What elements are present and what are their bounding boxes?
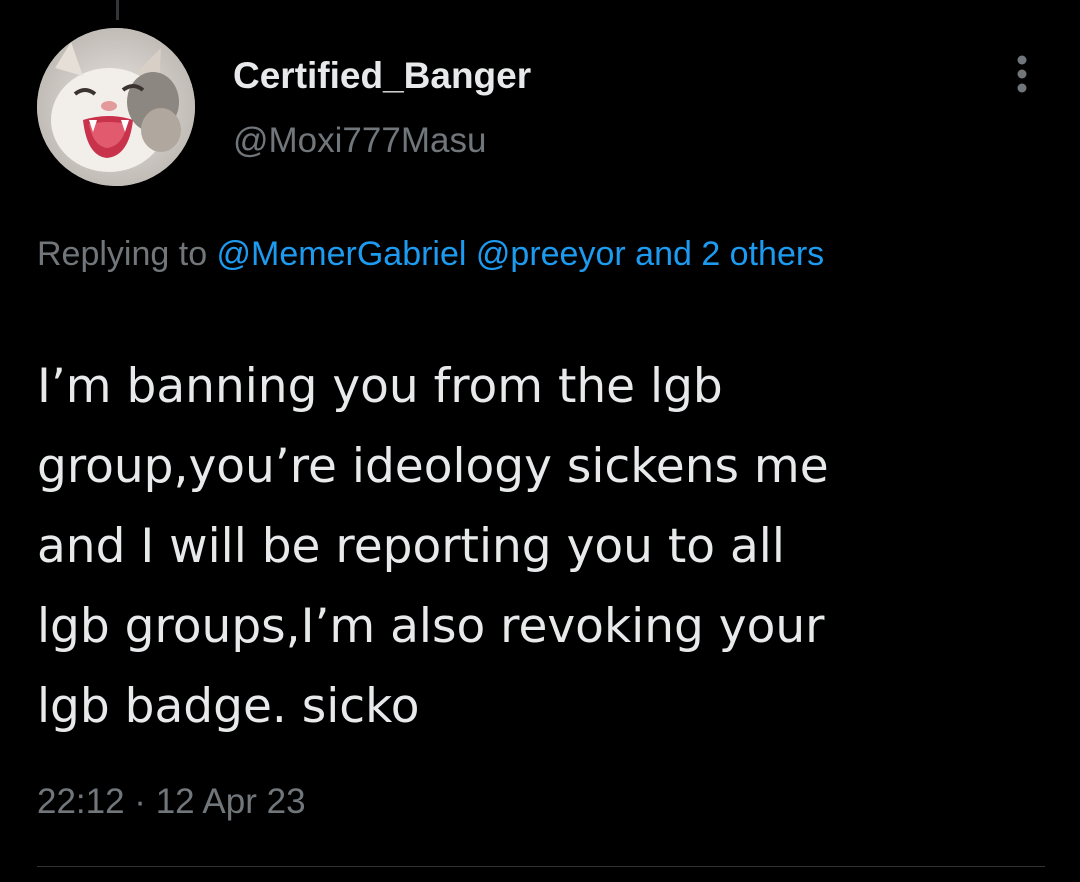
divider [37,866,1045,867]
tweet-timestamp[interactable]: 22:12 · 12 Apr 23 [37,782,306,822]
author-display-name[interactable]: Certified_Banger [233,55,531,97]
tweet-text: I’m banning you from the lgb group,you’r… [37,359,829,734]
others-link[interactable]: and 2 others [635,235,824,273]
avatar[interactable] [37,28,195,186]
reply-context-prefix: Replying to [37,235,217,273]
reply-context: Replying to @MemerGabriel @preeyor and 2… [37,224,997,284]
more-vertical-icon [1017,55,1027,93]
more-options-button[interactable] [1004,52,1040,96]
thread-connector-line [116,0,119,20]
mention-link[interactable]: @preeyor [476,235,626,273]
kitten-avatar-icon [37,28,195,186]
author-handle[interactable]: @Moxi777Masu [233,121,486,161]
mention-link[interactable]: @MemerGabriel [217,235,467,273]
